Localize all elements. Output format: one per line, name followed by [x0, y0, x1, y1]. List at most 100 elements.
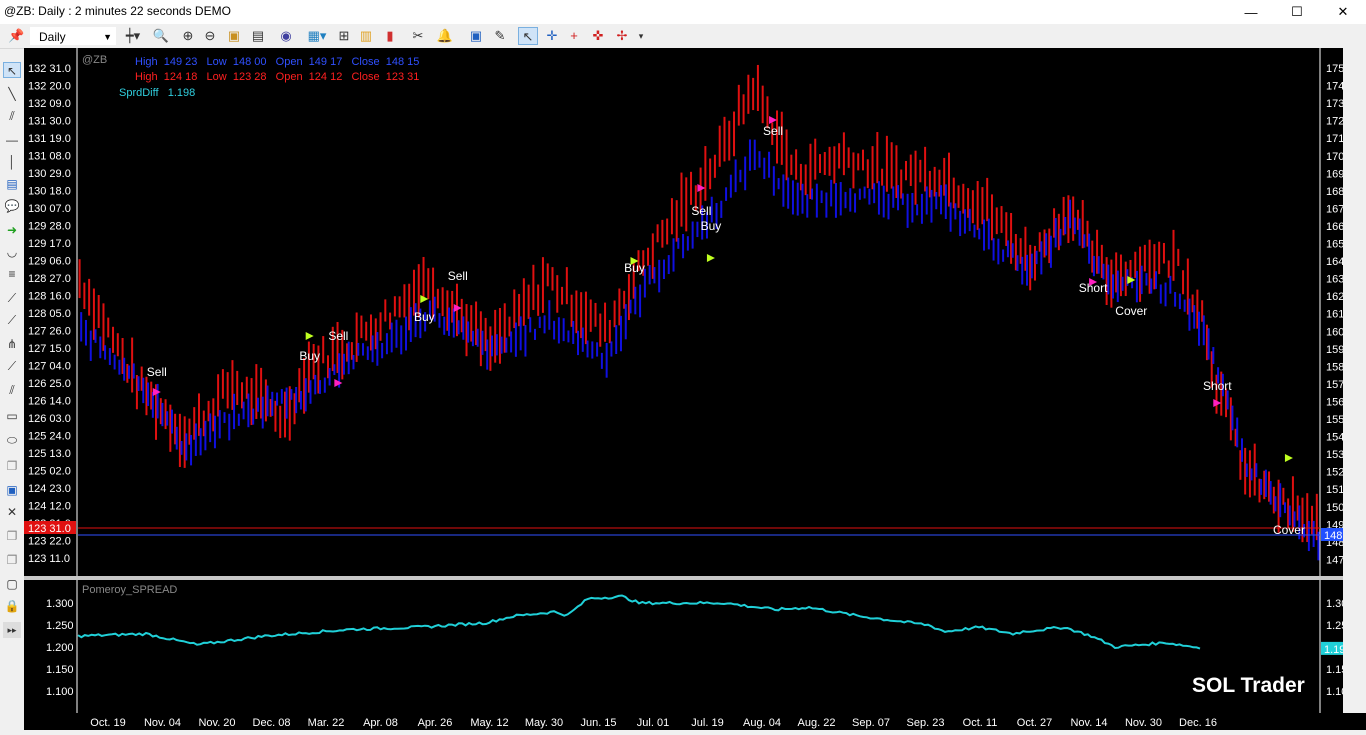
pointer-tool[interactable]: ↖: [3, 62, 21, 78]
cross-arrow-icon[interactable]: ✢: [614, 27, 630, 45]
crosshair-icon[interactable]: ✛: [544, 27, 560, 45]
arrow-tool-icon[interactable]: ➜: [3, 222, 21, 238]
arc-tool-icon[interactable]: ◡: [3, 244, 21, 260]
left-axis-tick: 126 14.0: [28, 396, 71, 408]
channel-tool-icon[interactable]: ⫽: [3, 108, 21, 124]
signal-label: Sell: [448, 269, 468, 283]
zoom-out-icon[interactable]: ⊖: [202, 27, 218, 45]
extend-tool-icon[interactable]: ⟋: [3, 312, 21, 328]
left-axis-tick: 131 08.0: [28, 151, 71, 163]
left-axis-tick: 128 05.0: [28, 308, 71, 320]
expand-toolbar-icon[interactable]: ▸▸: [3, 622, 21, 638]
left-axis-tick: 130 18.0: [28, 186, 71, 198]
ind-left-tick: 1.250: [46, 620, 74, 632]
date-tick: Sep. 07: [852, 717, 890, 729]
left-axis-tick: 132 31.0: [28, 63, 71, 75]
pin-icon[interactable]: 📌: [8, 27, 24, 45]
left-axis-tick: 128 16.0: [28, 291, 71, 303]
scissors-icon[interactable]: ✂: [410, 27, 426, 45]
note-tool-icon[interactable]: ▤: [3, 176, 21, 192]
fib-tool-icon[interactable]: ≡: [3, 266, 21, 282]
minimize-button[interactable]: —: [1228, 0, 1274, 24]
signal-label: Sell: [328, 329, 348, 343]
right-axis-tick: 167 00: [1326, 203, 1343, 215]
left-axis-tick: 127 26.0: [28, 326, 71, 338]
right-axis-tick: 175 00: [1326, 63, 1343, 75]
right-axis-tick: 160 00: [1326, 326, 1343, 338]
left-axis-tick: 129 17.0: [28, 238, 71, 250]
cursor-tool-icon[interactable]: ▣: [468, 27, 484, 45]
page-icon[interactable]: ▤: [250, 27, 266, 45]
maximize-button[interactable]: ☐: [1274, 0, 1320, 24]
left-last-price: 123 31.0: [28, 523, 71, 535]
info-line-spread: SprdDiff 1.198: [119, 87, 196, 99]
ind-right-tick: 1.100: [1326, 686, 1343, 698]
stack-tool-icon[interactable]: ❐: [3, 552, 21, 568]
delete-tool-icon[interactable]: ✕: [3, 504, 21, 520]
pen-icon[interactable]: ✎: [492, 27, 508, 45]
ray-tool-icon[interactable]: ⟋: [3, 290, 21, 306]
zoom-icon[interactable]: 🔍: [150, 27, 172, 45]
left-axis-tick: 131 19.0: [28, 133, 71, 145]
bar-style-icon[interactable]: ┿▾: [122, 27, 144, 45]
left-axis-tick: 124 12.0: [28, 501, 71, 513]
date-tick: Dec. 08: [253, 717, 291, 729]
left-axis-tick: 127 04.0: [28, 361, 71, 373]
info-line-blue: High 149 23 Low 148 00 Open 149 17 Close…: [135, 56, 420, 68]
bars-icon[interactable]: ▥: [358, 27, 374, 45]
date-axis: Oct. 19 Nov. 04 Nov. 20 Dec. 08 Mar. 22 Apr. …: [24, 713, 1366, 730]
parallel-tool-icon[interactable]: ⫽: [3, 382, 21, 398]
cross-red-icon[interactable]: +: [566, 27, 582, 45]
left-axis-tick: 126 25.0: [28, 378, 71, 390]
box-tool-icon[interactable]: ▢: [3, 576, 21, 592]
copy-tool-icon[interactable]: ❐: [3, 528, 21, 544]
trendline-tool-icon[interactable]: ╲: [3, 86, 21, 102]
spread-last-value: 1.198: [1324, 644, 1343, 656]
pitchfork-tool-icon[interactable]: ⋔: [3, 336, 21, 352]
date-tick: Oct. 27: [1017, 717, 1052, 729]
toolbar: 📌 Daily ▼ ┿▾ 🔍 ⊕ ⊖ ▣ ▤ ◉ ▦▾ ⊞ ▥ ▮ ✂ 🔔 ▣ …: [0, 24, 1366, 49]
layers-icon[interactable]: ❐: [3, 458, 21, 474]
gann-tool-icon[interactable]: ⟋: [3, 358, 21, 374]
price-chart-pane[interactable]: 132 31.0 132 20.0 132 09.0 131 30.0 131 19.0…: [24, 48, 1343, 576]
right-axis-tick: 163 00: [1326, 274, 1343, 286]
date-tick: Nov. 14: [1070, 717, 1107, 729]
indicator-pane[interactable]: 1.3001.3001.2501.2501.2001.2001.1501.150…: [24, 580, 1343, 713]
right-axis-tick: 172 00: [1326, 116, 1343, 128]
toolbar-overflow-icon[interactable]: ▾: [636, 27, 646, 45]
signal-label: Buy: [701, 219, 722, 233]
date-tick: Sep. 23: [907, 717, 945, 729]
chart-type-icon[interactable]: ▦▾: [306, 27, 328, 45]
date-tick: Nov. 04: [144, 717, 181, 729]
image-tool-icon[interactable]: ▣: [3, 482, 21, 498]
date-tick: Mar. 22: [308, 717, 345, 729]
left-axis-tick: 129 28.0: [28, 221, 71, 233]
right-last-price: 148 15: [1324, 530, 1343, 542]
alert-bell-icon[interactable]: 🔔: [434, 27, 456, 45]
lock-drawing-icon[interactable]: 🔒: [3, 598, 21, 614]
date-tick: Nov. 20: [198, 717, 235, 729]
rectangle-tool-icon[interactable]: ▭: [3, 408, 21, 424]
zoom-in-icon[interactable]: ⊕: [180, 27, 196, 45]
date-tick: Aug. 22: [798, 717, 836, 729]
histogram-icon[interactable]: ▮: [382, 27, 398, 45]
eye-icon[interactable]: ◉: [278, 27, 294, 45]
comment-tool-icon[interactable]: 💬: [3, 198, 21, 214]
hline-tool-icon[interactable]: —: [3, 132, 21, 148]
info-box: High 149 23 Low 148 00 Open 149 17 Close…: [115, 50, 419, 102]
close-button[interactable]: ✕: [1320, 0, 1366, 24]
interval-select[interactable]: Daily ▼: [30, 27, 116, 45]
right-axis-tick: 158 00: [1326, 361, 1343, 373]
hierarchy-icon[interactable]: ⊞: [336, 27, 352, 45]
lock-icon[interactable]: ▣: [226, 27, 242, 45]
pointer-tool-icon[interactable]: ↖: [518, 27, 538, 45]
cross-dot-icon[interactable]: ✜: [590, 27, 606, 45]
date-tick: Dec. 16: [1179, 717, 1217, 729]
ellipse-tool-icon[interactable]: ⬭: [3, 432, 21, 448]
right-axis-tick: 164 00: [1326, 256, 1343, 268]
right-axis-tick: 161 00: [1326, 309, 1343, 321]
vline-tool-icon[interactable]: │: [3, 154, 21, 170]
right-axis-tick: 173 00: [1326, 98, 1343, 110]
signal-label: Sell: [763, 124, 783, 138]
right-scroll-area[interactable]: [1343, 48, 1366, 713]
